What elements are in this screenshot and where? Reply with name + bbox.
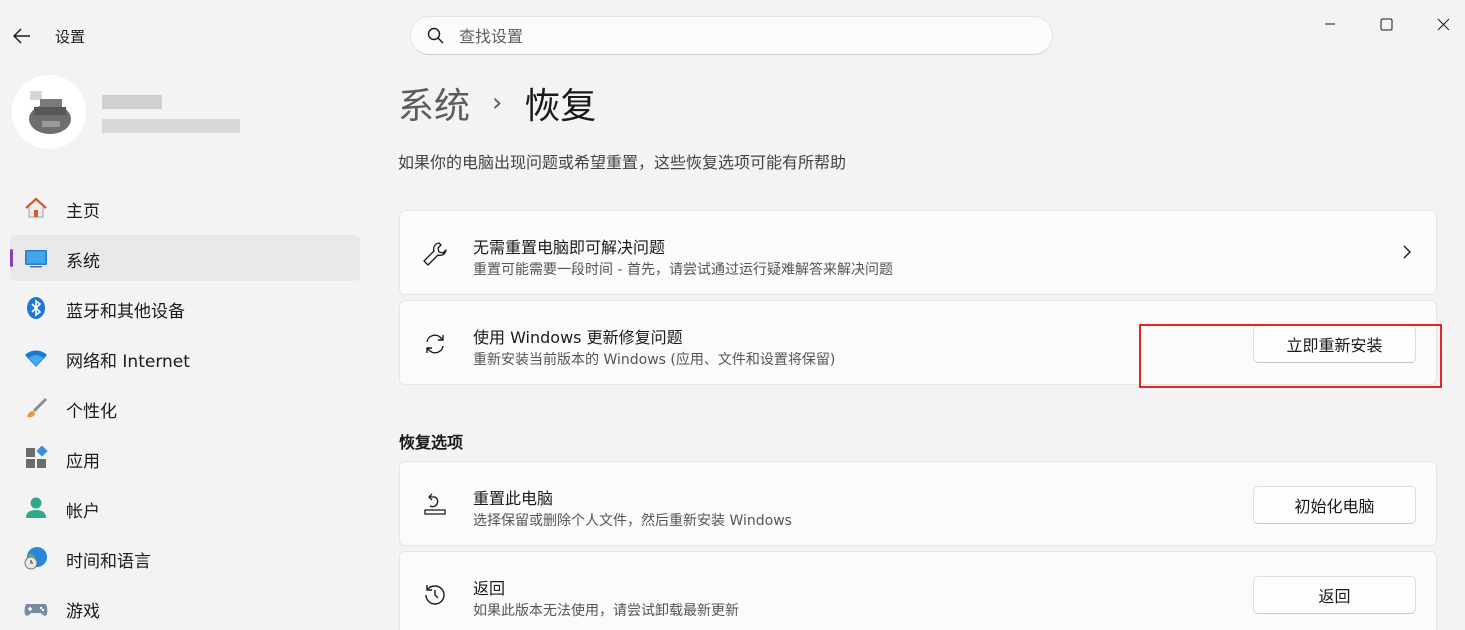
- go-back-card: 返回 如果此版本无法使用，请尝试卸载最新更新 返回: [399, 551, 1437, 630]
- history-icon: [425, 585, 445, 605]
- card-title: 使用 Windows 更新修复问题: [473, 328, 683, 347]
- search-box[interactable]: [410, 16, 1053, 55]
- gamepad-icon: [24, 604, 48, 616]
- reset-pc-button[interactable]: 初始化电脑: [1253, 486, 1416, 524]
- minimize-button[interactable]: [1315, 10, 1345, 38]
- card-description: 选择保留或删除个人文件，然后重新安装 Windows: [473, 513, 792, 529]
- home-icon: [25, 197, 47, 218]
- wrench-icon: [423, 242, 447, 266]
- troubleshoot-card[interactable]: 无需重置电脑即可解决问题 重置可能需要一段时间 - 首先，请尝试通过运行疑难解答…: [399, 210, 1437, 295]
- system-icon: [25, 250, 47, 268]
- card-description: 重新安装当前版本的 Windows (应用、文件和设置将保留): [473, 352, 836, 368]
- bluetooth-icon: [27, 297, 45, 319]
- search-icon: [427, 27, 444, 44]
- card-description: 重置可能需要一段时间 - 首先，请尝试通过运行疑难解答来解决问题: [473, 262, 893, 278]
- back-arrow-icon: [13, 28, 30, 44]
- apps-icon: [26, 446, 48, 468]
- sidebar-item-home[interactable]: 主页: [10, 185, 360, 231]
- sidebar-item-time-language[interactable]: 时间和语言: [10, 535, 360, 581]
- page-subtitle: 如果你的电脑出现问题或希望重置，这些恢复选项可能有所帮助: [398, 153, 847, 172]
- reinstall-now-button[interactable]: 立即重新安装: [1253, 325, 1416, 363]
- sidebar-item-accounts[interactable]: 帐户: [10, 485, 360, 531]
- back-button[interactable]: [8, 22, 36, 50]
- sidebar-nav: 主页 系统 蓝牙和其他设备 网络和 Internet 个性化 应用 帐户 时间和…: [10, 185, 360, 630]
- card-title: 返回: [473, 579, 506, 598]
- user-email-redacted: [102, 119, 240, 133]
- sidebar-item-bluetooth[interactable]: 蓝牙和其他设备: [10, 285, 360, 331]
- windows-update-repair-card: 使用 Windows 更新修复问题 重新安装当前版本的 Windows (应用、…: [399, 300, 1437, 385]
- sidebar-item-label: 主页: [66, 202, 100, 222]
- close-button[interactable]: [1428, 10, 1458, 38]
- maximize-icon: [1380, 18, 1392, 30]
- active-indicator: [10, 249, 13, 267]
- sidebar-item-gaming[interactable]: 游戏: [10, 585, 360, 630]
- sidebar-item-label: 时间和语言: [66, 552, 151, 572]
- sidebar-item-apps[interactable]: 应用: [10, 435, 360, 481]
- sidebar-item-label: 蓝牙和其他设备: [66, 302, 185, 322]
- search-input[interactable]: [459, 23, 1019, 49]
- app-title: 设置: [55, 28, 86, 46]
- avatar: [12, 75, 86, 149]
- close-icon: [1437, 18, 1449, 30]
- chevron-right-icon: [1403, 245, 1411, 259]
- sidebar-item-personalization[interactable]: 个性化: [10, 385, 360, 431]
- breadcrumb-separator: ›: [492, 88, 503, 118]
- breadcrumb-parent[interactable]: 系统: [398, 77, 470, 129]
- card-title: 无需重置电脑即可解决问题: [473, 238, 666, 257]
- brush-icon: [27, 398, 47, 418]
- sidebar-item-label: 游戏: [66, 602, 100, 622]
- card-description: 如果此版本无法使用，请尝试卸载最新更新: [473, 603, 739, 619]
- sync-icon: [426, 334, 444, 354]
- user-profile[interactable]: [10, 75, 360, 155]
- sidebar-item-label: 个性化: [66, 402, 117, 422]
- maximize-button[interactable]: [1371, 10, 1401, 38]
- minimize-icon: [1325, 23, 1335, 25]
- reset-pc-icon: [424, 493, 446, 515]
- page-title: 恢复: [524, 86, 597, 127]
- sidebar-item-label: 帐户: [66, 502, 100, 522]
- globe-clock-icon: [24, 547, 47, 570]
- sidebar-item-label: 系统: [66, 252, 100, 272]
- card-title: 重置此电脑: [473, 489, 554, 508]
- reset-pc-card: 重置此电脑 选择保留或删除个人文件，然后重新安装 Windows 初始化电脑: [399, 461, 1437, 546]
- user-avatar-icon: [12, 75, 86, 149]
- go-back-button[interactable]: 返回: [1253, 576, 1416, 614]
- account-icon: [26, 497, 46, 518]
- user-name-redacted: [102, 95, 162, 109]
- title-bar: 设置: [0, 0, 1465, 72]
- wifi-icon: [25, 350, 47, 367]
- breadcrumb: 系统 › 恢复: [398, 77, 596, 129]
- section-title: 恢复选项: [399, 433, 464, 452]
- sidebar-item-label: 网络和 Internet: [66, 352, 190, 372]
- sidebar-item-network[interactable]: 网络和 Internet: [10, 335, 360, 381]
- sidebar-item-label: 应用: [66, 452, 100, 472]
- sidebar-item-system[interactable]: 系统: [10, 235, 360, 281]
